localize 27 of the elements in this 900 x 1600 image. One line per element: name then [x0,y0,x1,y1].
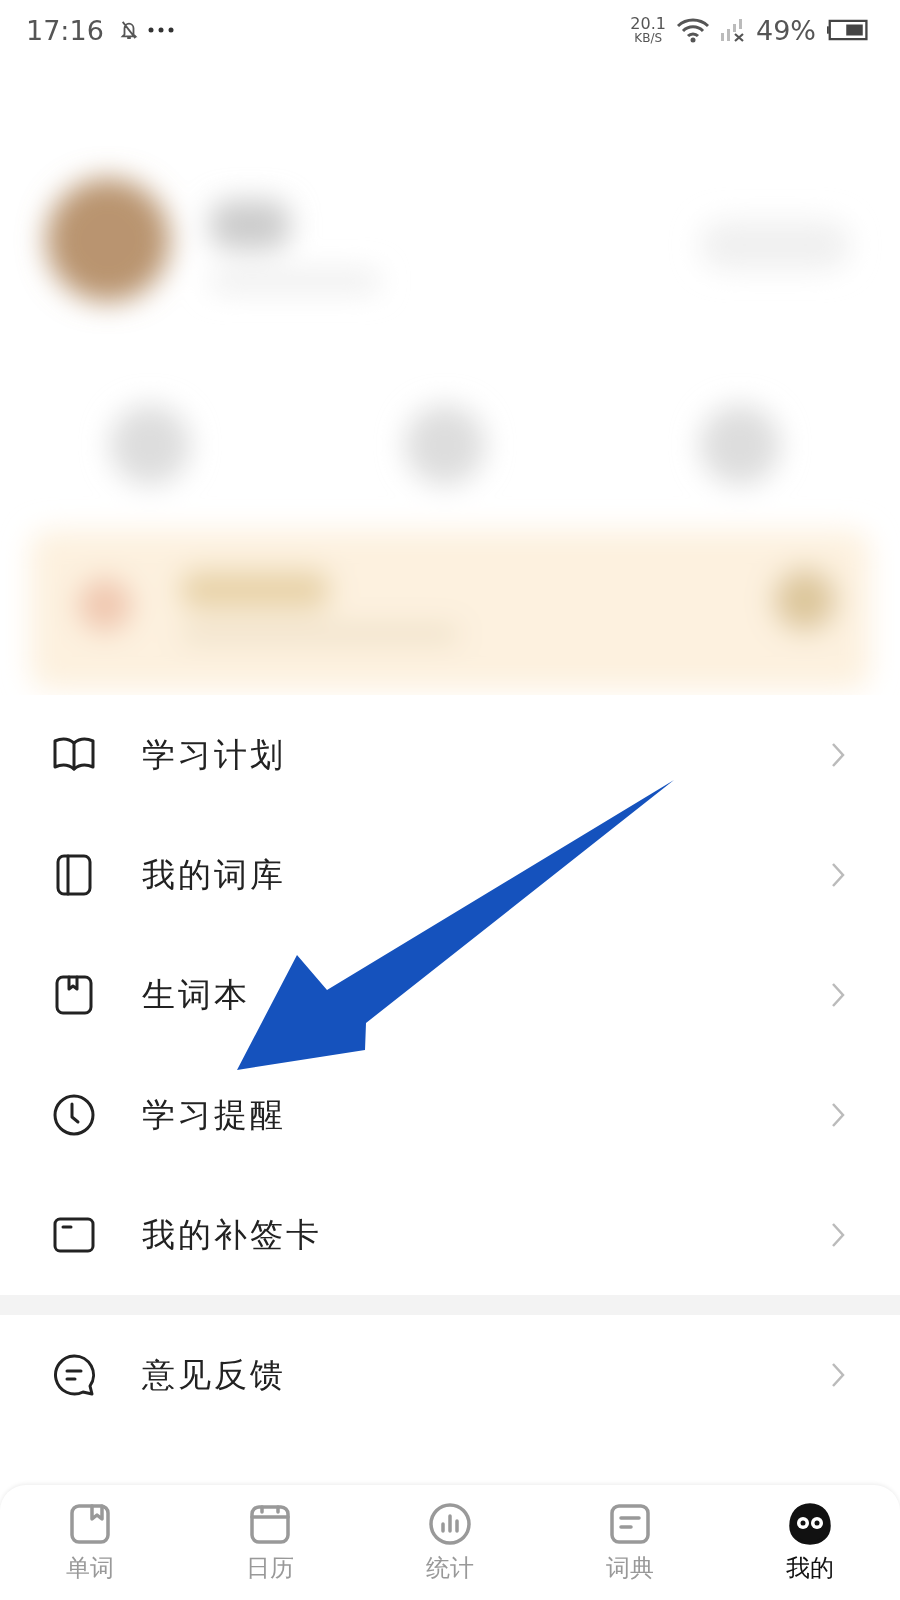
menu-item[interactable]: 我的补签卡 [0,1175,900,1295]
battery-percent: 49% [756,14,816,46]
nav-tab[interactable]: 我的 [750,1501,870,1584]
menu-item[interactable]: 生词本 [0,935,900,1055]
bell-off-icon [119,19,138,41]
clock-icon [52,1093,96,1137]
menu-item[interactable]: 学习计划 [0,695,900,815]
network-speed: 20.1 [630,16,666,32]
menu-item[interactable]: 我的词库 [0,815,900,935]
chevron-right-icon [831,742,845,768]
note-icon [608,1501,652,1546]
chevron-right-icon [831,1102,845,1128]
chat-bubble-icon [52,1353,96,1397]
signal-icon [720,18,746,42]
owl-icon [788,1501,832,1546]
chevron-right-icon [831,862,845,888]
bookmark-book-icon [68,1501,112,1546]
bar-chart-icon [428,1501,472,1546]
menu-item[interactable]: 学习提醒 [0,1055,900,1175]
wifi-icon [676,17,710,43]
more-icon [147,27,174,33]
menu-item[interactable]: 意见反馈 [0,1315,900,1435]
chevron-right-icon [831,982,845,1008]
chevron-right-icon [831,1222,845,1248]
status-time: 17:16 [26,14,104,46]
chevron-right-icon [831,1362,845,1388]
speed-unit: KB/S [634,32,663,44]
